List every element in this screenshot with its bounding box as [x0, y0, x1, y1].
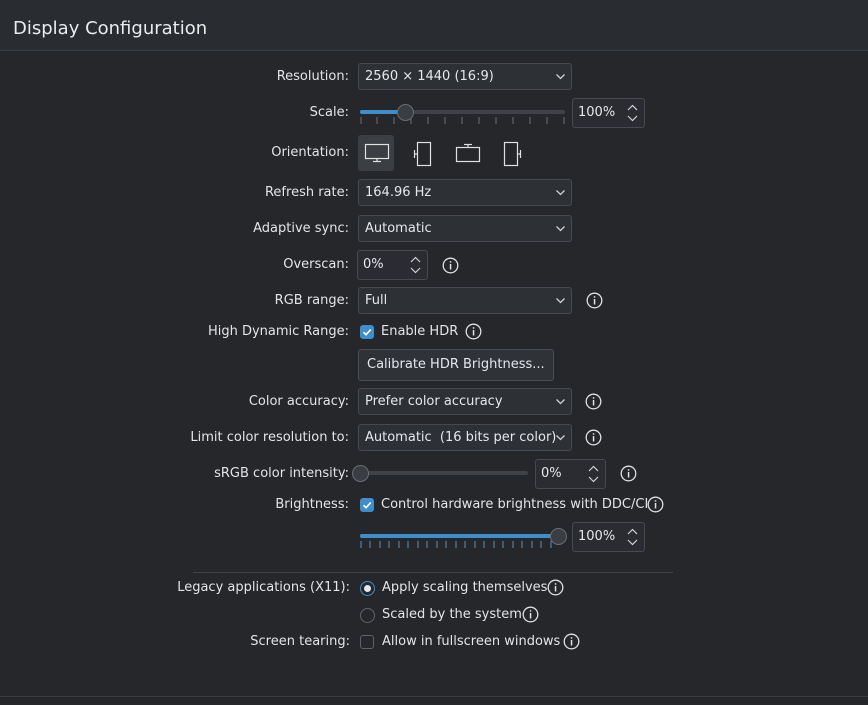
srgb-intensity-slider-handle[interactable] — [352, 465, 369, 482]
color-accuracy-value: Prefer color accuracy — [365, 394, 503, 409]
enable-hdr-label[interactable]: Enable HDR — [381, 324, 458, 339]
monitor-portrait-icon — [413, 141, 432, 167]
section-divider — [193, 572, 673, 573]
spin-arrows-icon[interactable] — [410, 256, 421, 274]
adaptive-sync-label: Adaptive sync: — [253, 221, 349, 236]
monitor-portrait-flipped-icon — [503, 141, 522, 167]
header: Display Configuration — [0, 0, 868, 51]
color-accuracy-label: Color accuracy: — [248, 394, 349, 409]
page-title: Display Configuration — [13, 18, 208, 39]
scaled-by-system-radio[interactable] — [360, 608, 375, 623]
refresh-rate-combobox[interactable]: 164.96 Hz — [358, 179, 572, 206]
info-icon[interactable] — [465, 323, 482, 340]
brightness-spinbox[interactable]: 100% — [572, 522, 645, 552]
monitor-landscape-icon — [364, 143, 390, 163]
refresh-rate-value: 164.96 Hz — [365, 185, 432, 200]
brightness-label: Brightness: — [275, 497, 349, 512]
orientation-landscape-button[interactable] — [358, 135, 394, 171]
check-icon — [362, 501, 372, 509]
chevron-down-icon — [556, 226, 565, 232]
color-resolution-value: Automatic (16 bits per color) — [365, 430, 557, 445]
info-icon[interactable] — [586, 292, 603, 309]
allow-tearing-label[interactable]: Allow in fullscreen windows — [382, 634, 560, 649]
hdr-label: High Dynamic Range: — [207, 324, 349, 339]
info-icon[interactable] — [620, 465, 637, 482]
adaptive-sync-combobox[interactable]: Automatic — [358, 215, 572, 242]
screen-tearing-label: Screen tearing: — [250, 634, 350, 649]
srgb-intensity-slider-track[interactable] — [360, 471, 528, 475]
info-icon[interactable] — [563, 633, 580, 650]
scaled-by-system-label[interactable]: Scaled by the system — [382, 607, 522, 622]
scale-slider-ticks — [360, 117, 565, 124]
calibrate-hdr-button[interactable]: Calibrate HDR Brightness... — [358, 349, 554, 381]
rgb-range-value: Full — [365, 293, 388, 308]
spin-arrows-icon[interactable] — [627, 528, 638, 546]
chevron-down-icon — [556, 435, 565, 441]
chevron-down-icon — [556, 399, 565, 405]
brightness-slider-handle[interactable] — [550, 528, 567, 545]
refresh-rate-label: Refresh rate: — [264, 185, 349, 200]
check-icon — [362, 328, 372, 336]
scale-spinbox[interactable]: 100% — [572, 98, 645, 128]
resolution-label: Resolution: — [276, 69, 349, 84]
ddc-ci-checkbox[interactable] — [360, 498, 374, 512]
brightness-slider-fill — [360, 534, 558, 538]
rgb-range-combobox[interactable]: Full — [358, 287, 572, 314]
scale-slider-handle[interactable] — [397, 104, 415, 121]
info-icon[interactable] — [442, 257, 459, 274]
resolution-combobox[interactable]: 2560 × 1440 (16:9) — [358, 63, 572, 90]
apply-scaling-themselves-radio[interactable] — [360, 581, 375, 596]
srgb-intensity-label: sRGB color intensity: — [214, 466, 349, 481]
info-icon[interactable] — [547, 579, 564, 596]
spin-arrows-icon[interactable] — [588, 465, 599, 483]
chevron-down-icon — [556, 190, 565, 196]
enable-hdr-checkbox[interactable] — [360, 325, 374, 339]
brightness-value: 100% — [578, 529, 616, 544]
monitor-flipped-icon — [455, 143, 481, 163]
resolution-value: 2560 × 1440 (16:9) — [365, 69, 494, 84]
srgb-intensity-spinbox[interactable]: 0% — [535, 459, 606, 489]
overscan-label: Overscan: — [283, 257, 349, 272]
info-icon[interactable] — [585, 393, 602, 410]
color-accuracy-combobox[interactable]: Prefer color accuracy — [358, 388, 572, 415]
footer-divider — [0, 696, 868, 697]
color-resolution-combobox[interactable]: Automatic (16 bits per color) — [358, 424, 572, 451]
overscan-spinbox[interactable]: 0% — [357, 250, 428, 280]
info-icon[interactable] — [585, 429, 602, 446]
ddc-ci-label[interactable]: Control hardware brightness with DDC/CI — [381, 497, 648, 512]
chevron-down-icon — [556, 298, 565, 304]
info-icon[interactable] — [647, 496, 664, 513]
scale-label: Scale: — [309, 105, 349, 120]
display-configuration-page: Display Configuration Resolution: 2560 ×… — [0, 0, 868, 705]
orientation-portrait-button[interactable] — [404, 135, 440, 171]
info-icon[interactable] — [522, 606, 539, 623]
apply-scaling-themselves-label[interactable]: Apply scaling themselves — [382, 580, 547, 595]
allow-tearing-checkbox[interactable] — [360, 635, 374, 649]
legacy-apps-label: Legacy applications (X11): — [177, 580, 350, 595]
adaptive-sync-value: Automatic — [365, 221, 432, 236]
orientation-label: Orientation: — [271, 145, 349, 160]
overscan-value: 0% — [363, 257, 384, 272]
orientation-landscape-flipped-button[interactable] — [449, 135, 485, 171]
scale-value: 100% — [578, 105, 616, 120]
orientation-portrait-flipped-button[interactable] — [493, 135, 529, 171]
color-resolution-label: Limit color resolution to: — [190, 430, 349, 445]
rgb-range-label: RGB range: — [274, 293, 349, 308]
brightness-slider-ticks — [360, 541, 552, 548]
srgb-intensity-value: 0% — [541, 466, 562, 481]
chevron-down-icon — [556, 74, 565, 80]
spin-arrows-icon[interactable] — [627, 104, 638, 122]
